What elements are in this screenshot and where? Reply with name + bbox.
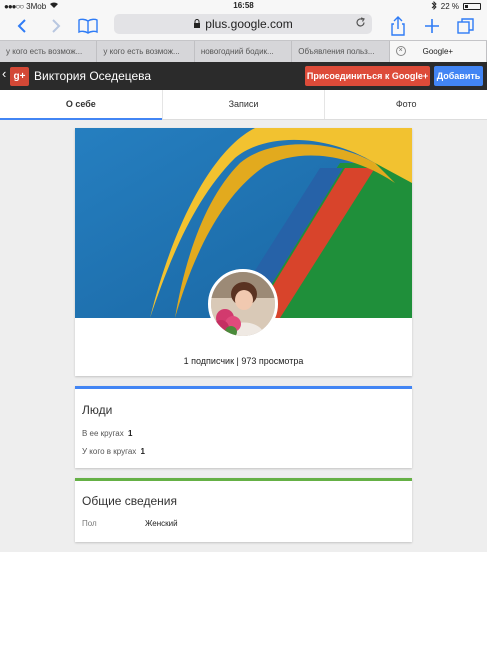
browser-tab[interactable]: у кого есть возмож...	[0, 41, 98, 62]
browser-tab[interactable]: Объявления польз...	[292, 41, 390, 62]
reload-icon[interactable]	[355, 17, 366, 31]
gender-value: Женский	[145, 519, 178, 528]
tabs-icon[interactable]	[454, 14, 478, 38]
in-circles-row[interactable]: В ее кругах 1	[82, 429, 132, 438]
bookmarks-book-icon[interactable]	[76, 14, 100, 38]
status-bar: ●●●○○ 3Mob 16:58 22 %	[0, 0, 487, 12]
have-in-circles-label: У кого в кругах	[82, 447, 137, 456]
people-card: Люди В ее кругах 1 У кого в кругах 1	[75, 386, 412, 468]
share-icon[interactable]	[386, 14, 410, 38]
join-google-plus-button[interactable]: Присоединиться к Google+	[305, 66, 430, 86]
status-right: 22 %	[431, 0, 481, 12]
url-text: plus.google.com	[205, 17, 293, 31]
forward-chevron-icon[interactable]	[44, 14, 68, 38]
gplus-logo[interactable]: g+	[10, 67, 29, 86]
browser-tab[interactable]: у кого есть возмож...	[97, 41, 195, 62]
add-button[interactable]: Добавить	[434, 66, 483, 86]
have-in-circles-row[interactable]: У кого в кругах 1	[82, 447, 145, 456]
tab-label: у кого есть возмож...	[6, 47, 83, 56]
general-info-card: Общие сведения Пол Женский	[75, 478, 412, 542]
back-chevron-icon[interactable]	[10, 14, 34, 38]
tab-label: Google+	[422, 47, 454, 56]
browser-tabs: у кого есть возмож... у кого есть возмож…	[0, 40, 487, 62]
profile-stats: 1 подписчик | 973 просмотра	[183, 356, 304, 366]
browser-tab[interactable]: новогодний бодик...	[195, 41, 293, 62]
battery-icon	[463, 3, 481, 10]
profile-card: 1 подписчик | 973 просмотра	[75, 128, 412, 376]
close-tab-icon[interactable]: ×	[395, 46, 406, 56]
general-info-title: Общие сведения	[82, 494, 177, 508]
profile-name: Виктория Оседецева	[34, 69, 152, 83]
back-chevron-icon[interactable]: ‹	[2, 66, 6, 81]
tab-photos[interactable]: Фото	[325, 90, 487, 119]
people-title: Люди	[82, 403, 113, 417]
lock-icon	[193, 18, 201, 30]
profile-tabs: О себе Записи Фото	[0, 90, 487, 120]
browser-tab-active[interactable]: × Google+	[389, 41, 487, 62]
profile-content: 1 подписчик | 973 просмотра Люди В ее кр…	[0, 120, 487, 552]
plus-icon[interactable]	[420, 14, 444, 38]
in-circles-label: В ее кругах	[82, 429, 124, 438]
tab-label: Объявления польз...	[298, 47, 375, 56]
tab-about[interactable]: О себе	[0, 90, 163, 120]
battery-percent: 22 %	[440, 2, 459, 11]
in-circles-count: 1	[127, 429, 133, 438]
gplus-header: ‹ g+ Виктория Оседецева Присоединиться к…	[0, 62, 487, 90]
tab-posts[interactable]: Записи	[163, 90, 326, 119]
tab-label: новогодний бодик...	[200, 47, 274, 56]
bluetooth-icon	[431, 0, 437, 12]
tab-label: у кого есть возмож...	[103, 47, 180, 56]
avatar[interactable]	[208, 269, 278, 339]
gender-label: Пол	[82, 519, 97, 528]
have-in-circles-count: 1	[140, 447, 145, 456]
clock: 16:58	[233, 1, 254, 10]
browser-toolbar: plus.google.com	[0, 12, 487, 40]
address-bar[interactable]: plus.google.com	[114, 14, 372, 34]
